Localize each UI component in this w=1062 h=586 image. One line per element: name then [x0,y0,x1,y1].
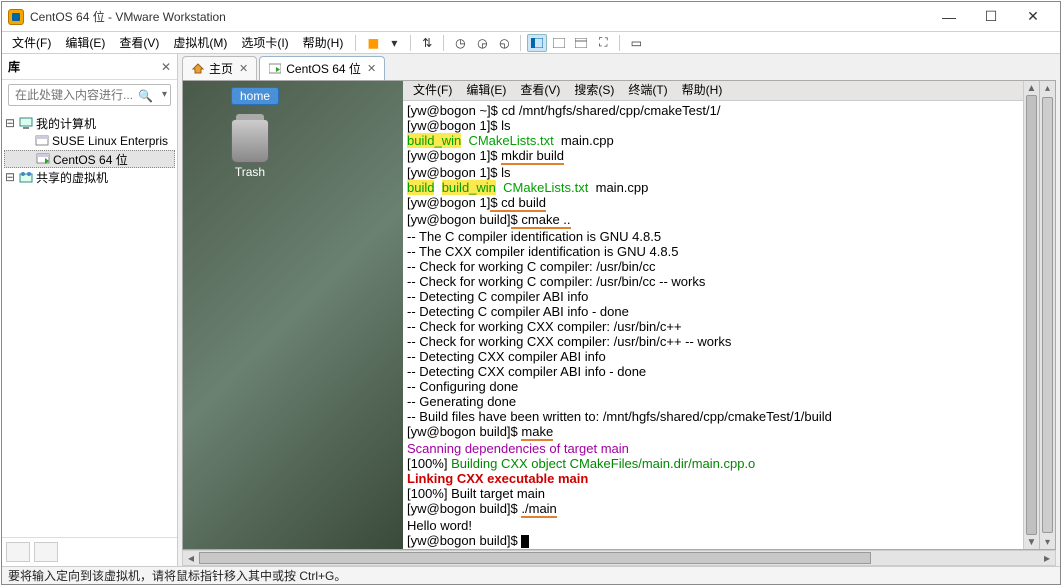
tree-item-centos[interactable]: CentOS 64 位 [4,150,175,168]
status-text: 要将输入定向到该虚拟机，请将鼠标指针移入其中或按 Ctrl+G。 [8,567,346,584]
minimize-button[interactable]: — [928,3,970,31]
search-icon: 🔍 [138,89,153,103]
main-hscrollbar[interactable]: ◂ ▸ [182,550,1056,566]
trash-icon[interactable]: Trash [231,119,269,179]
tab-home-close-icon[interactable]: ✕ [239,62,248,75]
view-unity-icon[interactable]: ⛶ [593,34,613,52]
term-menu-terminal[interactable]: 终端(T) [622,83,673,98]
hscroll-left-icon[interactable]: ◂ [183,551,199,565]
send-icon[interactable]: ⇅ [417,34,437,52]
menu-vm[interactable]: 虚拟机(M) [167,32,233,53]
tab-centos[interactable]: CentOS 64 位 ✕ [259,56,385,80]
tab-centos-close-icon[interactable]: ✕ [367,62,376,75]
library-sidebar: 库 ✕ 🔍 ▾ ⊟ 我的计算机 SUSE Linux Enterpris Cen… [2,54,178,566]
home-icon [191,63,205,75]
pause-icon[interactable]: ▮▮ [362,34,382,52]
window-title: CentOS 64 位 - VMware Workstation [30,8,928,25]
snapshot-manage-icon[interactable]: ◵ [494,34,514,52]
hscroll-right-icon[interactable]: ▸ [1039,551,1055,565]
tree-root-mycomputer[interactable]: ⊟ 我的计算机 [4,114,175,132]
menubar: 文件(F) 编辑(E) 查看(V) 虚拟机(M) 选项卡(I) 帮助(H) ▮▮… [2,32,1060,54]
guest-desktop[interactable]: home Trash [183,81,403,549]
app-icon [8,9,24,25]
menu-tabs[interactable]: 选项卡(I) [235,32,294,53]
close-button[interactable]: ✕ [1012,3,1054,31]
term-menu-file[interactable]: 文件(F) [407,83,458,98]
statusbar: 要将输入定向到该虚拟机，请将鼠标指针移入其中或按 Ctrl+G。 [2,566,1060,584]
titlebar: CentOS 64 位 - VMware Workstation — ☐ ✕ [2,2,1060,32]
home-button[interactable]: home [231,87,279,105]
main-scroll-up-icon[interactable]: ▴ [1040,81,1055,95]
sidebar-close-icon[interactable]: ✕ [161,60,171,74]
view-thumb-icon[interactable] [527,34,547,52]
menu-help[interactable]: 帮助(H) [297,32,350,53]
menu-file[interactable]: 文件(F) [6,32,57,53]
term-menu-view[interactable]: 查看(V) [514,83,566,98]
sidebar-title: 库 [8,58,161,75]
terminal-scrollbar[interactable]: ▲ ▼ [1023,81,1039,549]
cursor [521,535,529,548]
sidebar-tool-2[interactable] [34,542,58,562]
vm-console[interactable]: home Trash 文件(F) 编辑(E) 查看(V) 搜索(S) 终端(T)… [182,80,1056,550]
vm-icon [34,134,50,148]
shared-icon [18,170,34,184]
sidebar-tool-1[interactable] [6,542,30,562]
menu-view[interactable]: 查看(V) [113,32,165,53]
main-vscrollbar[interactable]: ▴ ▾ [1039,81,1055,549]
view-single-icon[interactable] [549,34,569,52]
tab-home[interactable]: 主页 ✕ [182,56,257,80]
hscroll-thumb[interactable] [199,552,871,564]
term-menu-help[interactable]: 帮助(H) [676,83,729,98]
view-console-icon[interactable]: ▭ [626,34,646,52]
main-scroll-down-icon[interactable]: ▾ [1040,535,1055,549]
view-fullscreen-icon[interactable] [571,34,591,52]
terminal-output[interactable]: [yw@bogon ~]$ cd /mnt/hgfs/shared/cpp/cm… [403,101,1023,549]
menu-edit[interactable]: 编辑(E) [59,32,111,53]
scroll-thumb[interactable] [1026,95,1037,535]
search-dropdown-icon[interactable]: ▾ [162,89,167,100]
snapshot-icon[interactable]: ◷ [450,34,470,52]
dropdown-icon[interactable]: ▾ [384,34,404,52]
tree-item-suse[interactable]: SUSE Linux Enterpris [4,132,175,150]
library-tree: ⊟ 我的计算机 SUSE Linux Enterpris CentOS 64 位… [2,110,177,537]
vm-tab-icon [268,63,282,75]
scroll-up-icon[interactable]: ▲ [1024,81,1039,95]
term-menu-edit[interactable]: 编辑(E) [460,83,512,98]
terminal-window[interactable]: 文件(F) 编辑(E) 查看(V) 搜索(S) 终端(T) 帮助(H) [yw@… [403,81,1023,549]
tree-root-shared[interactable]: ⊟ 共享的虚拟机 [4,168,175,186]
maximize-button[interactable]: ☐ [970,3,1012,31]
vm-running-icon [35,152,51,166]
main-scroll-thumb[interactable] [1042,97,1053,533]
term-menu-search[interactable]: 搜索(S) [568,83,620,98]
scroll-down-icon[interactable]: ▼ [1024,535,1039,549]
sidebar-bottom-toolbar [2,537,177,566]
tabbar: 主页 ✕ CentOS 64 位 ✕ [178,54,1060,80]
snapshot-back-icon[interactable]: ◶ [472,34,492,52]
terminal-menubar: 文件(F) 编辑(E) 查看(V) 搜索(S) 终端(T) 帮助(H) [403,81,1023,101]
computer-icon [18,116,34,130]
